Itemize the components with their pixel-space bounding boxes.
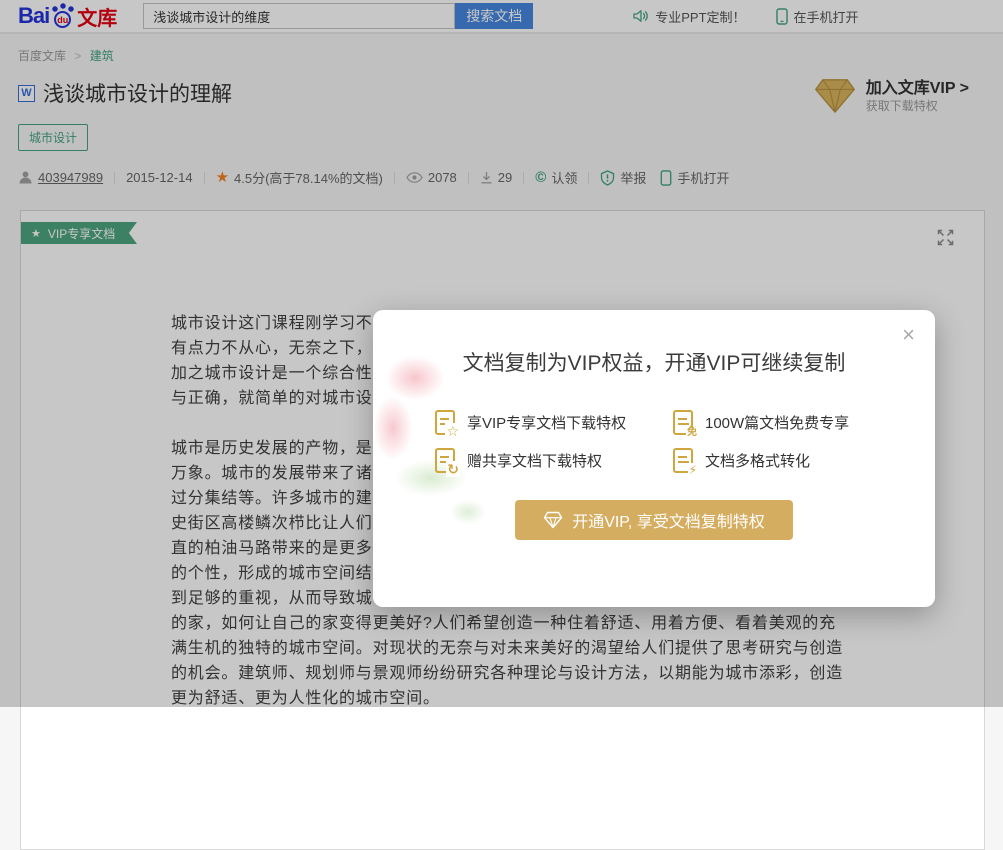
- vip-copy-modal: × 文档复制为VIP权益，开通VIP可继续复制 ☆ 享VIP专享文档下载特权 免…: [373, 310, 935, 607]
- benefit-shared-download: ↻ 赠共享文档下载特权: [435, 448, 673, 473]
- diamond-outline-icon: [543, 511, 563, 529]
- free-badge: 免: [686, 427, 698, 439]
- doc-convert-icon: ⚡: [673, 448, 693, 473]
- benefit-label: 赠共享文档下载特权: [467, 450, 602, 471]
- benefit-label: 享VIP专享文档下载特权: [467, 412, 626, 433]
- benefit-label: 100W篇文档免费专享: [705, 412, 849, 433]
- doc-share-icon: ↻: [435, 448, 455, 473]
- doc-star-icon: ☆: [435, 410, 455, 435]
- open-vip-button[interactable]: 开通VIP, 享受文档复制特权: [515, 500, 793, 540]
- benefit-free-docs: 免 100W篇文档免费专享: [673, 410, 935, 435]
- doc-free-icon: 免: [673, 410, 693, 435]
- bolt-badge: ⚡: [688, 463, 698, 477]
- close-icon[interactable]: ×: [902, 324, 915, 346]
- open-vip-label: 开通VIP, 享受文档复制特权: [572, 508, 765, 532]
- benefit-vip-download: ☆ 享VIP专享文档下载特权: [435, 410, 673, 435]
- benefit-format-convert: ⚡ 文档多格式转化: [673, 448, 935, 473]
- benefit-label: 文档多格式转化: [705, 450, 810, 471]
- modal-title: 文档复制为VIP权益，开通VIP可继续复制: [373, 347, 935, 377]
- star-badge: ☆: [445, 423, 460, 439]
- vip-benefits: ☆ 享VIP专享文档下载特权 免 100W篇文档免费专享 ↻ 赠共享文档下载特权…: [435, 410, 935, 473]
- refresh-badge: ↻: [446, 461, 460, 477]
